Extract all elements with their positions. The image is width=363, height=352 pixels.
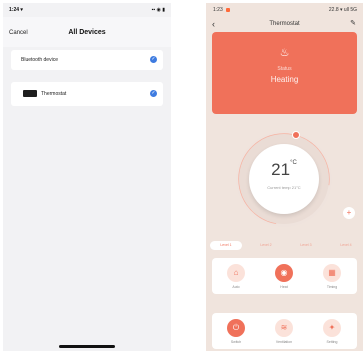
checkmark-icon[interactable]: ✓ <box>150 90 157 97</box>
checkmark-icon[interactable]: ✓ <box>150 56 157 63</box>
plus-icon[interactable]: + <box>343 207 355 219</box>
heating-icon: ♨ <box>279 47 290 59</box>
tab-level-3[interactable]: Level 3 <box>290 241 322 250</box>
status-icons: 22.8 ▾ ull 5G <box>328 7 357 13</box>
mode-heat[interactable]: ◉ Heat <box>264 258 304 294</box>
control-label: Ventilation <box>275 340 293 344</box>
page-title: Thermostat <box>269 21 300 27</box>
timing-icon: ▦ <box>323 264 341 282</box>
setting-icon: ✦ <box>323 319 341 337</box>
mode-timing[interactable]: ▦ Timing <box>312 258 352 294</box>
tab-level-2[interactable]: Level 2 <box>250 241 282 250</box>
heat-icon: ◉ <box>275 264 293 282</box>
status-time: 1:24 ▾ <box>9 7 23 13</box>
dial-knob[interactable] <box>292 131 300 139</box>
ventilation-button[interactable]: ≋ Ventilation <box>264 313 304 349</box>
power-icon: ⏻ <box>227 319 245 337</box>
fan-icon: ≋ <box>275 319 293 337</box>
mode-label: Heat <box>280 285 288 289</box>
status-icons: ▪▪ ◉ ▮ <box>151 7 165 13</box>
status-bar: 1:23 22.8 ▾ ull 5G <box>206 3 363 17</box>
control-label: Switch <box>230 340 242 344</box>
mode-label: Timing <box>326 285 338 289</box>
control-label: Setting <box>326 340 338 344</box>
tab-level-4[interactable]: Level 4 <box>330 241 362 250</box>
home-indicator[interactable] <box>59 345 115 348</box>
thermostat-device-icon <box>23 90 37 97</box>
mode-selector: ⌂ Auto ◉ Heat ▦ Timing <box>212 258 357 294</box>
row-label: Thermostat <box>41 91 67 97</box>
bluetooth-device-row[interactable]: Bluetooth device ✓ <box>11 50 163 70</box>
tab-level-1[interactable]: Level 1 <box>210 241 242 250</box>
status-subtitle: Status <box>277 66 292 72</box>
page-title: All Devices <box>68 29 106 36</box>
nav-bar: Cancel All Devices <box>3 17 171 47</box>
current-temperature: Current temp 21°C <box>267 185 301 190</box>
status-mode-label: Heating <box>270 75 299 84</box>
level-tabs: Level 1 Level 2 Level 3 Level 4 <box>210 241 363 251</box>
edit-icon[interactable]: ✎ <box>350 19 356 27</box>
bottom-controls: ⏻ Switch ≋ Ventilation ✦ Setting <box>212 313 357 349</box>
mode-label: Auto <box>232 285 240 289</box>
dial-center: 21°C Current temp 21°C <box>249 144 319 214</box>
thermostat-screen: 1:23 22.8 ▾ ull 5G ‹ Thermostat ✎ ♨ Stat… <box>206 3 363 351</box>
switch-button[interactable]: ⏻ Switch <box>216 313 256 349</box>
setting-button[interactable]: ✦ Setting <box>312 313 352 349</box>
status-bar: 1:24 ▾ ▪▪ ◉ ▮ <box>3 3 171 17</box>
auto-icon: ⌂ <box>227 264 245 282</box>
device-list-screen: 1:24 ▾ ▪▪ ◉ ▮ Cancel All Devices Bluetoo… <box>3 3 171 351</box>
thermostat-row[interactable]: Thermostat ✓ <box>11 82 163 106</box>
row-label: Bluetooth device <box>21 57 58 63</box>
status-time: 1:23 <box>213 7 223 13</box>
mode-auto[interactable]: ⌂ Auto <box>216 258 256 294</box>
heating-status-card: ♨ Status Heating <box>212 32 357 114</box>
target-temperature: 21°C <box>271 160 297 179</box>
notification-dot <box>226 8 230 12</box>
